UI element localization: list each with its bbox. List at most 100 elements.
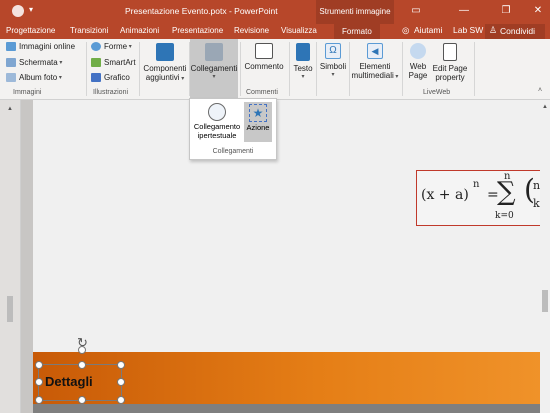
photo-album-label: Album foto [19, 73, 58, 82]
media-button[interactable]: ◀ Elementi multimediali ▾ [350, 43, 400, 82]
tab-formato[interactable]: Formato [334, 24, 380, 39]
window-title: Presentazione Evento.potx - PowerPoint [125, 6, 278, 16]
shapes-label: Forme [104, 42, 128, 51]
resize-handle[interactable] [35, 361, 43, 369]
formula-exponent: n [473, 179, 480, 190]
screenshot-button[interactable]: Schermata ▾ [6, 58, 62, 67]
text-label: Testo [293, 64, 313, 73]
online-images-button[interactable]: Immagini online [6, 42, 75, 51]
link-icon [205, 43, 223, 61]
add-ins-label-2: aggiuntivi ▾ [145, 73, 185, 82]
resize-handle[interactable] [117, 378, 125, 386]
close-icon[interactable]: ✕ [526, 0, 550, 24]
chevron-down-icon: ▾ [57, 60, 63, 66]
comment-label: Commento [244, 62, 284, 71]
vertical-scrollbar[interactable]: ▲ [540, 100, 550, 413]
minimize-icon[interactable]: — [452, 0, 476, 24]
speaker-icon: ◀ [367, 43, 383, 59]
tab-presentazione[interactable]: Presentazione [172, 26, 223, 35]
formula-lhs: (x + a) [421, 187, 469, 203]
hyperlink-button[interactable]: Collegamento ipertestuale [192, 102, 242, 146]
chart-label: Grafico [104, 73, 130, 82]
scroll-up-arrow[interactable]: ▲ [542, 104, 548, 110]
equation-image[interactable]: (x + a) n = n ∑ k=0 ( n k [416, 170, 550, 226]
resize-handle[interactable] [78, 346, 86, 354]
text-button[interactable]: Testo ▾ [291, 43, 315, 82]
slide-thumbnail-pane[interactable]: ▲ [0, 100, 21, 413]
web-page-label-1: Web [409, 62, 427, 71]
photo-album-button[interactable]: Album foto ▾ [6, 73, 62, 82]
formula-right-bottom: k [533, 197, 540, 210]
chevron-down-icon: ▾ [331, 72, 335, 78]
formula-lower: k=0 [495, 211, 514, 221]
tab-progettazione[interactable]: Progettazione [6, 26, 55, 35]
links-label: Collegamenti [190, 64, 238, 73]
photo-album-icon [6, 73, 16, 82]
thumb-scrollbar[interactable] [7, 296, 13, 322]
tab-revisione[interactable]: Revisione [234, 26, 269, 35]
resize-handle[interactable] [78, 361, 86, 369]
tab-visualizza[interactable]: Visualizza [281, 26, 317, 35]
ribbon-display-icon[interactable]: ▭ [404, 0, 428, 24]
links-button[interactable]: Collegamenti ▾ [190, 39, 238, 98]
comment-button[interactable]: Commento [242, 43, 286, 71]
tab-transizioni[interactable]: Transizioni [70, 26, 108, 35]
smartart-button[interactable]: SmartArt [91, 58, 136, 67]
ribbon-tabs: Progettazione Transizioni Animazioni Pre… [0, 24, 550, 39]
chart-icon [91, 73, 101, 82]
scroll-thumb[interactable] [542, 290, 548, 312]
resize-handle[interactable] [78, 396, 86, 404]
web-page-button[interactable]: Web Page [404, 43, 432, 80]
chart-button[interactable]: Grafico [91, 73, 130, 82]
context-group-title: Strumenti immagine [316, 0, 394, 24]
online-images-label: Immagini online [19, 42, 76, 51]
maximize-icon[interactable]: ❐ [494, 0, 518, 24]
page-icon [443, 43, 457, 61]
chevron-down-icon: ▾ [212, 74, 216, 80]
add-ins-button[interactable]: Componenti aggiuntivi ▾ [142, 43, 188, 84]
group-label-illustrazioni: Illustrazioni [93, 89, 129, 96]
resize-handle[interactable] [117, 396, 125, 404]
edit-page-property-button[interactable]: Edit Page property [431, 43, 469, 82]
online-images-icon [6, 42, 16, 51]
tab-animazioni[interactable]: Animazioni [120, 26, 159, 35]
star-icon: ★ [249, 104, 267, 122]
action-button[interactable]: ★ Azione [244, 102, 272, 142]
chevron-down-icon: ▾ [127, 44, 132, 50]
smartart-label: SmartArt [104, 58, 136, 67]
globe-icon [410, 43, 426, 59]
collapse-ribbon-icon[interactable]: ˄ [538, 87, 542, 94]
group-label-liveweb: LiveWeb [423, 89, 451, 96]
share-label: Condividi [500, 26, 535, 36]
separator [289, 42, 290, 96]
tell-me-input[interactable]: Aiutami [414, 25, 442, 35]
dropdown-group-label: Collegamenti [212, 148, 254, 155]
shapes-button[interactable]: Forme ▾ [91, 42, 132, 51]
share-button[interactable]: ♙ Condividi [485, 24, 545, 39]
separator [86, 42, 87, 96]
globe-link-icon [208, 103, 226, 121]
group-label-commenti: Commenti [246, 89, 278, 96]
links-dropdown: Collegamento ipertestuale ★ Azione Colle… [189, 98, 277, 160]
lightbulb-icon: ◎ [402, 25, 410, 35]
formula-sigma: ∑ [497, 177, 516, 207]
chevron-down-icon: ▾ [301, 74, 305, 80]
footer-gray-bar [33, 404, 550, 413]
resize-handle[interactable] [35, 396, 43, 404]
resize-handle[interactable] [117, 361, 125, 369]
save-icon[interactable] [12, 5, 24, 17]
symbols-button[interactable]: Ω Simboli ▾ [317, 43, 349, 80]
symbols-label: Simboli [319, 62, 347, 71]
omega-icon: Ω [325, 43, 341, 59]
user-name[interactable]: Lab SW [453, 25, 483, 35]
thumb-scroll-up[interactable]: ▲ [7, 106, 13, 112]
resize-handle[interactable] [35, 378, 43, 386]
shapes-icon [91, 42, 101, 51]
edit-page-label-2: property [435, 73, 465, 82]
media-label-1: Elementi [359, 62, 391, 71]
comment-icon [255, 43, 273, 59]
ribbon: Immagini online Schermata ▾ Album foto ▾… [0, 39, 550, 100]
smartart-icon [91, 58, 101, 67]
separator [402, 42, 403, 96]
dropdown-arrow-icon[interactable]: ▾ [29, 5, 33, 14]
